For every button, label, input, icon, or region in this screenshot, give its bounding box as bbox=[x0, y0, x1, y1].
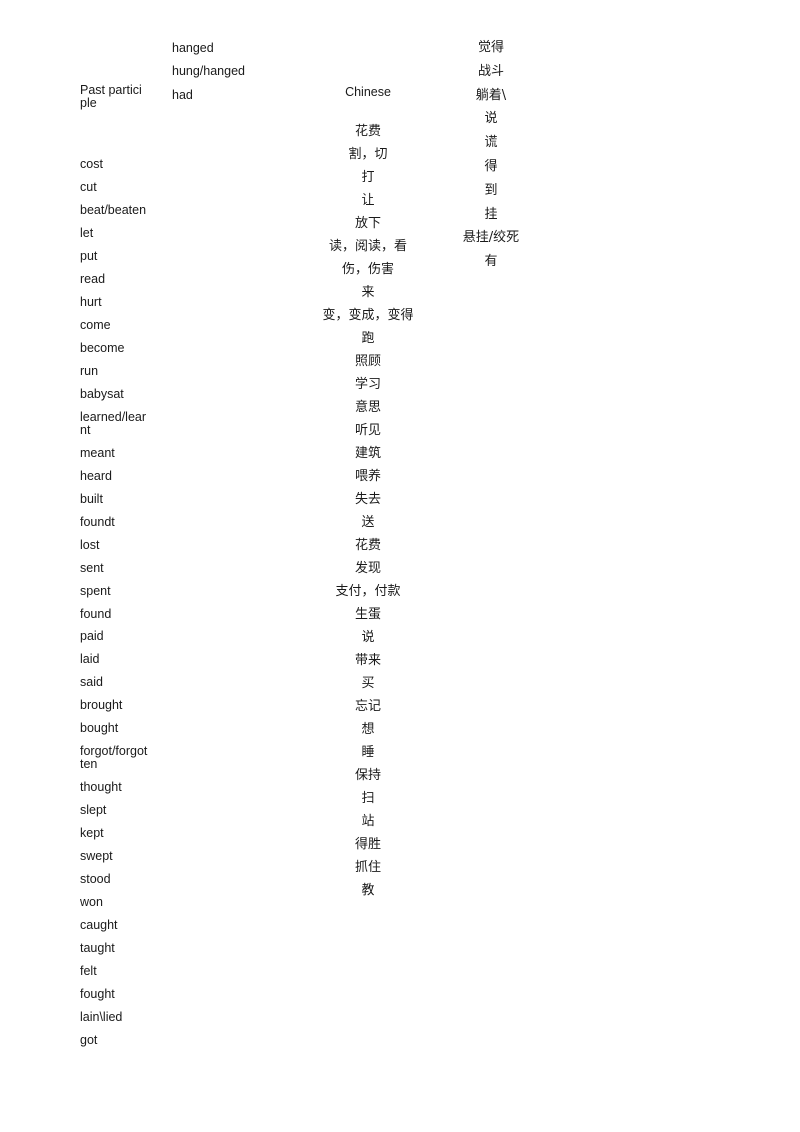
chinese-translation-item: 保持 bbox=[354, 768, 381, 783]
chinese-translation-item: 教 bbox=[361, 883, 375, 898]
chinese-overflow-item: 说 bbox=[484, 111, 498, 127]
overflow-verb-item: had bbox=[172, 87, 193, 102]
past-participle-item: brought bbox=[80, 698, 123, 713]
overflow-verb-item: hanged bbox=[172, 41, 214, 55]
past-participle-item: hurt bbox=[80, 294, 102, 309]
chinese-translation-item: 喂养 bbox=[354, 469, 381, 484]
chinese-overflow-item: 谎 bbox=[484, 135, 498, 151]
past-participle-list: cost cut beat/beaten let put read hurt come beco… bbox=[80, 158, 148, 1057]
chinese-translation-item: 抓住 bbox=[354, 860, 381, 875]
past-participle-item: lain\lied bbox=[80, 1010, 123, 1025]
chinese-overflow-item: 到 bbox=[484, 182, 498, 198]
past-participle-item: thought bbox=[80, 780, 122, 795]
past-participle-item: heard bbox=[80, 468, 112, 483]
past-participle-item: built bbox=[80, 491, 103, 506]
chinese-translation-item: 意思 bbox=[354, 400, 381, 415]
past-participle-item: paid bbox=[80, 629, 104, 644]
chinese-translation-item: 跑 bbox=[361, 331, 375, 346]
past-participle-item: babysat bbox=[80, 386, 124, 401]
past-participle-item: swept bbox=[80, 849, 113, 864]
document-page: Past participle cost cut beat/beaten let put… bbox=[0, 0, 800, 1132]
chinese-translation-item: 听见 bbox=[354, 423, 381, 438]
past-participle-item: beat/beaten bbox=[80, 202, 147, 217]
chinese-translation-item: 生蛋 bbox=[354, 607, 381, 622]
past-participle-item: fought bbox=[80, 987, 115, 1002]
chinese-header-cell: Chinese bbox=[318, 86, 418, 99]
past-participle-item: caught bbox=[80, 918, 118, 933]
chinese-translation-item: 扫 bbox=[361, 791, 375, 806]
chinese-translation-item: 读，阅读，看 bbox=[328, 239, 407, 254]
chinese-translation-item: 带来 bbox=[354, 653, 381, 668]
chinese-translation-item: 送 bbox=[361, 515, 375, 530]
chinese-translation-item: 让 bbox=[361, 193, 375, 208]
past-participle-item: spent bbox=[80, 583, 111, 598]
past-participle-item: felt bbox=[80, 964, 97, 979]
chinese-translation-item: 发现 bbox=[354, 561, 381, 576]
past-participle-item: put bbox=[80, 248, 98, 263]
past-participle-item: read bbox=[80, 271, 106, 286]
past-participle-item: kept bbox=[80, 826, 104, 841]
past-participle-item: come bbox=[80, 317, 111, 332]
past-participle-header-label: Past participle bbox=[80, 83, 142, 110]
past-participle-item: run bbox=[80, 363, 99, 378]
chinese-overflow-item: 躺着\ bbox=[475, 87, 507, 103]
chinese-translation-item: 放下 bbox=[354, 216, 381, 231]
chinese-header-label: Chinese bbox=[345, 85, 391, 99]
overflow-verb-item: hung/hanged bbox=[172, 64, 245, 79]
chinese-translation-item: 得胜 bbox=[354, 837, 381, 852]
chinese-overflow-item: 挂 bbox=[484, 206, 498, 222]
past-participle-item: meant bbox=[80, 445, 115, 460]
chinese-translation-item: 花费 bbox=[354, 124, 381, 139]
past-participle-item: found bbox=[80, 606, 112, 621]
past-participle-item: bought bbox=[80, 721, 119, 736]
past-participle-item: slept bbox=[80, 803, 107, 818]
past-participle-item: stood bbox=[80, 872, 111, 887]
chinese-translation-item: 失去 bbox=[354, 492, 381, 507]
past-participle-item: foundt bbox=[80, 514, 115, 529]
chinese-overflow-item: 觉得 bbox=[477, 40, 504, 55]
chinese-translation-item: 支付，付款 bbox=[335, 584, 401, 599]
chinese-overflow-item: 悬挂/绞死 bbox=[462, 230, 520, 246]
chinese-translation-item: 伤，伤害 bbox=[341, 262, 394, 277]
chinese-translation-item: 打 bbox=[361, 170, 375, 185]
past-participle-item: forgot/forgotten bbox=[80, 744, 148, 772]
chinese-overflow-item: 得 bbox=[484, 158, 498, 174]
chinese-translation-item: 想 bbox=[361, 722, 375, 737]
past-participle-item: let bbox=[80, 225, 94, 240]
chinese-translation-item: 照顾 bbox=[354, 354, 381, 369]
past-participle-item: said bbox=[80, 675, 103, 690]
chinese-translation-item: 变，变成，变得 bbox=[322, 308, 414, 323]
chinese-translation-item: 睡 bbox=[361, 745, 375, 760]
past-participle-item: got bbox=[80, 1033, 98, 1048]
past-participle-item: cut bbox=[80, 179, 97, 194]
chinese-translation-item: 站 bbox=[361, 814, 375, 829]
past-participle-item: taught bbox=[80, 941, 115, 956]
past-participle-item: become bbox=[80, 340, 125, 355]
chinese-overflow-list: 觉得战斗躺着\ 说谎得到挂悬挂/绞死有 bbox=[452, 40, 530, 278]
chinese-translation-item: 来 bbox=[361, 285, 375, 300]
chinese-translation-item: 说 bbox=[361, 630, 375, 645]
overflow-verb-list: hanged hung/hanged had bbox=[172, 42, 282, 112]
past-participle-item: won bbox=[80, 895, 103, 910]
chinese-translation-list: 花费 割，切打让放下 读，阅读，看 伤，伤害来变，变成，变得跑照顾 学习 意思 听见 建筑 喂养… bbox=[318, 124, 418, 906]
past-participle-item: cost bbox=[80, 157, 103, 171]
chinese-overflow-item: 战斗 bbox=[477, 63, 504, 79]
chinese-translation-item: 割，切 bbox=[348, 147, 388, 162]
chinese-translation-item: 忘记 bbox=[354, 699, 381, 714]
chinese-translation-item: 学习 bbox=[354, 377, 381, 392]
chinese-translation-item: 花费 bbox=[354, 538, 381, 553]
past-participle-item: learned/learnt bbox=[80, 409, 147, 437]
chinese-translation-item: 买 bbox=[361, 676, 375, 691]
past-participle-item: sent bbox=[80, 560, 104, 575]
past-participle-item: lost bbox=[80, 537, 100, 552]
past-participle-header-cell: Past participle bbox=[80, 84, 148, 110]
chinese-overflow-item: 有 bbox=[484, 254, 498, 270]
chinese-translation-item: 建筑 bbox=[354, 446, 381, 461]
past-participle-item: laid bbox=[80, 652, 100, 667]
